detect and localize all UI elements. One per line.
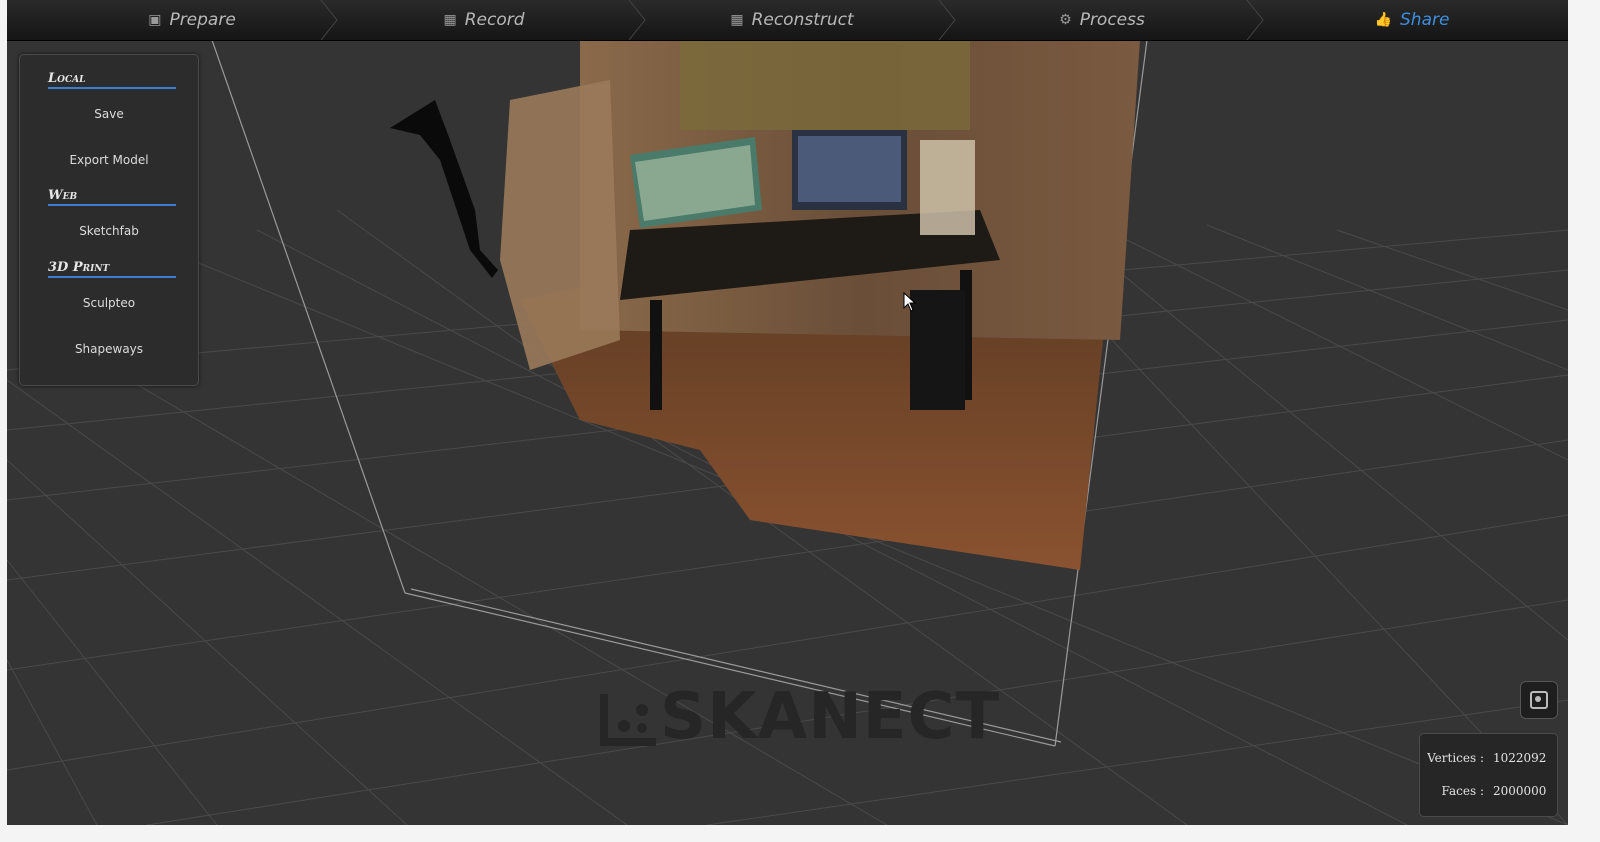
save-button[interactable]: Save	[20, 107, 198, 121]
tab-record[interactable]: ▦ Record	[359, 0, 609, 40]
step-separator	[1246, 0, 1264, 40]
sculpteo-button[interactable]: Sculpteo	[20, 296, 198, 310]
section-web-title: Web	[48, 188, 176, 206]
section-3d-print-title: 3D Print	[48, 260, 176, 278]
shapeways-button[interactable]: Shapeways	[20, 342, 198, 356]
faces-label: Faces :	[1441, 784, 1484, 798]
tab-process[interactable]: ⚙ Process	[977, 0, 1227, 40]
film-icon: ▦	[443, 12, 457, 28]
skanect-logo: SKANECT	[598, 680, 1000, 754]
logo-mark-icon	[600, 694, 656, 746]
tab-prepare-label: Prepare	[169, 10, 236, 30]
step-separator	[628, 0, 646, 40]
tab-record-label: Record	[464, 10, 525, 30]
share-panel: Local Save Export Model Web Sketchfab 3D…	[19, 54, 199, 386]
vertices-label: Vertices :	[1427, 751, 1484, 765]
tab-reconstruct-label: Reconstruct	[751, 10, 854, 30]
window-bottom-edge	[0, 825, 1600, 842]
tab-share-label: Share	[1400, 10, 1450, 30]
tab-share[interactable]: 👍 Share	[1287, 0, 1537, 40]
prepare-icon: ▣	[148, 12, 162, 28]
logo-text: SKANECT	[660, 680, 1001, 754]
export-model-button[interactable]: Export Model	[20, 153, 198, 167]
thumbs-up-icon: 👍	[1374, 12, 1392, 28]
workflow-nav: ▣ Prepare ▦ Record ▦ Reconstruct ⚙ Proce…	[7, 0, 1568, 41]
step-separator	[938, 0, 956, 40]
mesh-stats: Vertices : 1022092 Faces : 2000000	[1419, 733, 1558, 817]
faces-count: 2000000	[1493, 784, 1547, 798]
camera-icon-dot	[1535, 696, 1541, 702]
tab-prepare[interactable]: ▣ Prepare	[67, 0, 317, 40]
screenshot-button[interactable]	[1520, 681, 1558, 719]
window-right-edge	[1568, 0, 1600, 842]
step-separator	[320, 0, 338, 40]
tab-process-label: Process	[1079, 10, 1145, 30]
section-local-title: Local	[48, 71, 176, 89]
vertices-count: 1022092	[1493, 751, 1547, 765]
film-icon: ▦	[730, 12, 744, 28]
gears-icon: ⚙	[1059, 12, 1072, 28]
sketchfab-button[interactable]: Sketchfab	[20, 224, 198, 238]
tab-reconstruct[interactable]: ▦ Reconstruct	[667, 0, 917, 40]
scanned-room-model	[390, 40, 1140, 570]
mouse-cursor-icon	[903, 292, 917, 312]
window-left-edge	[0, 0, 7, 842]
